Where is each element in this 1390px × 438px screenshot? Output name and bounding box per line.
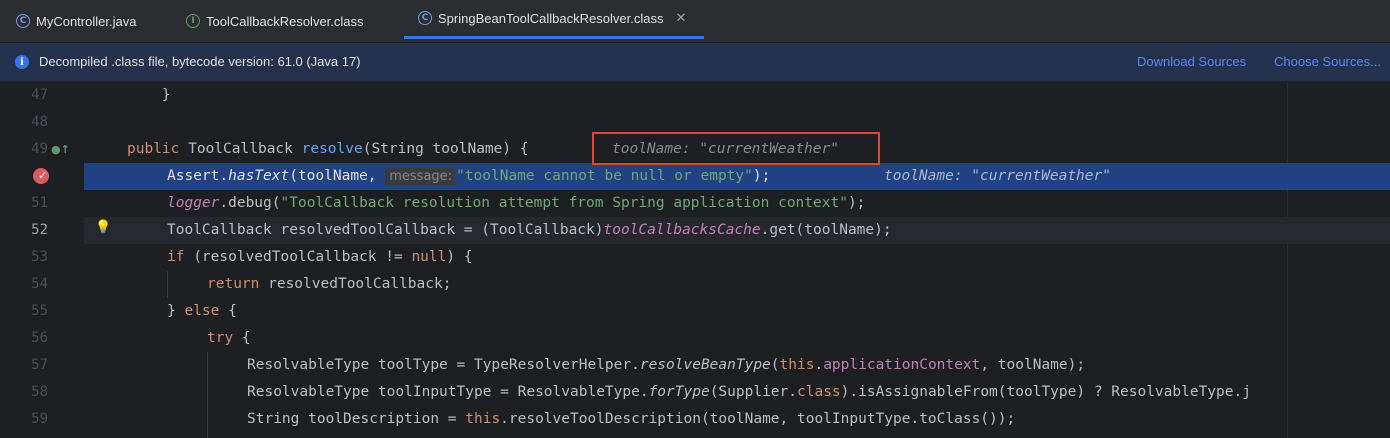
indent-guide (207, 352, 208, 438)
line-number: 48 (31, 114, 48, 130)
param-hint: message: (385, 168, 457, 185)
tab-label: ToolCallbackResolver.class (206, 13, 364, 29)
line-number: 54 (31, 276, 48, 292)
code-text: ToolCallback resolvedToolCallback = (Too… (167, 222, 892, 238)
banner-text: Decompiled .class file, bytecode version… (39, 54, 361, 69)
line-number: 53 (31, 249, 48, 265)
download-sources-link[interactable]: Download Sources (1137, 54, 1246, 69)
decompiled-banner: i Decompiled .class file, bytecode versi… (0, 43, 1390, 81)
code-text: try { (207, 330, 251, 346)
line-number: 49 (31, 141, 48, 157)
indent-guide (167, 271, 168, 298)
lightbulb-icon[interactable]: 💡 (95, 220, 111, 235)
tab-label: SpringBeanToolCallbackResolver.class (438, 10, 664, 26)
tab-springbeantoolcallbackresolver[interactable]: C SpringBeanToolCallbackResolver.class ✕ (404, 0, 704, 39)
code-text: return resolvedToolCallback; (207, 276, 452, 292)
info-icon: i (15, 55, 29, 69)
right-margin-guide (1287, 82, 1288, 438)
code-text: } (127, 87, 171, 103)
line-number: 58 (31, 384, 48, 400)
line-number: 55 (31, 303, 48, 319)
line-number: 57 (31, 357, 48, 373)
line-number: 56 (31, 330, 48, 346)
code-text: if (resolvedToolCallback != null) { (167, 249, 473, 265)
code-text: String toolDescription = this.resolveToo… (247, 411, 1016, 427)
class-icon: C (16, 14, 30, 28)
line-number: 59 (31, 411, 48, 427)
code-text: ResolvableType toolType = TypeResolverHe… (247, 357, 1086, 373)
class-icon: C (418, 11, 432, 25)
line-number: 47 (31, 87, 48, 103)
tab-label: MyController.java (36, 13, 137, 29)
override-method-icon[interactable]: ●↑ (51, 143, 70, 156)
line-number: 51 (31, 195, 48, 211)
close-icon[interactable]: ✕ (675, 10, 686, 26)
annotation-highlight-box (592, 132, 880, 165)
choose-sources-link[interactable]: Choose Sources... (1274, 54, 1381, 69)
code-text: Assert.hasText(toolName, message: "toolNa… (167, 168, 771, 185)
inline-debug-value: toolName: "currentWeather" (884, 168, 1111, 184)
tab-mycontroller[interactable]: C MyController.java (16, 0, 136, 42)
interface-icon: I (186, 14, 200, 28)
tab-toolcallbackresolver[interactable]: I ToolCallbackResolver.class (186, 0, 364, 42)
breakpoint-check-icon: ✓ (38, 169, 48, 182)
code-text: public ToolCallback resolve(String toolN… (127, 141, 529, 157)
code-text: logger.debug("ToolCallback resolution at… (167, 195, 866, 211)
code-text: ResolvableType toolInputType = Resolvabl… (247, 384, 1251, 400)
code-text: } else { (167, 303, 237, 319)
editor-tab-bar: C MyController.java I ToolCallbackResolv… (0, 0, 1390, 43)
line-number: 52 (31, 222, 48, 238)
